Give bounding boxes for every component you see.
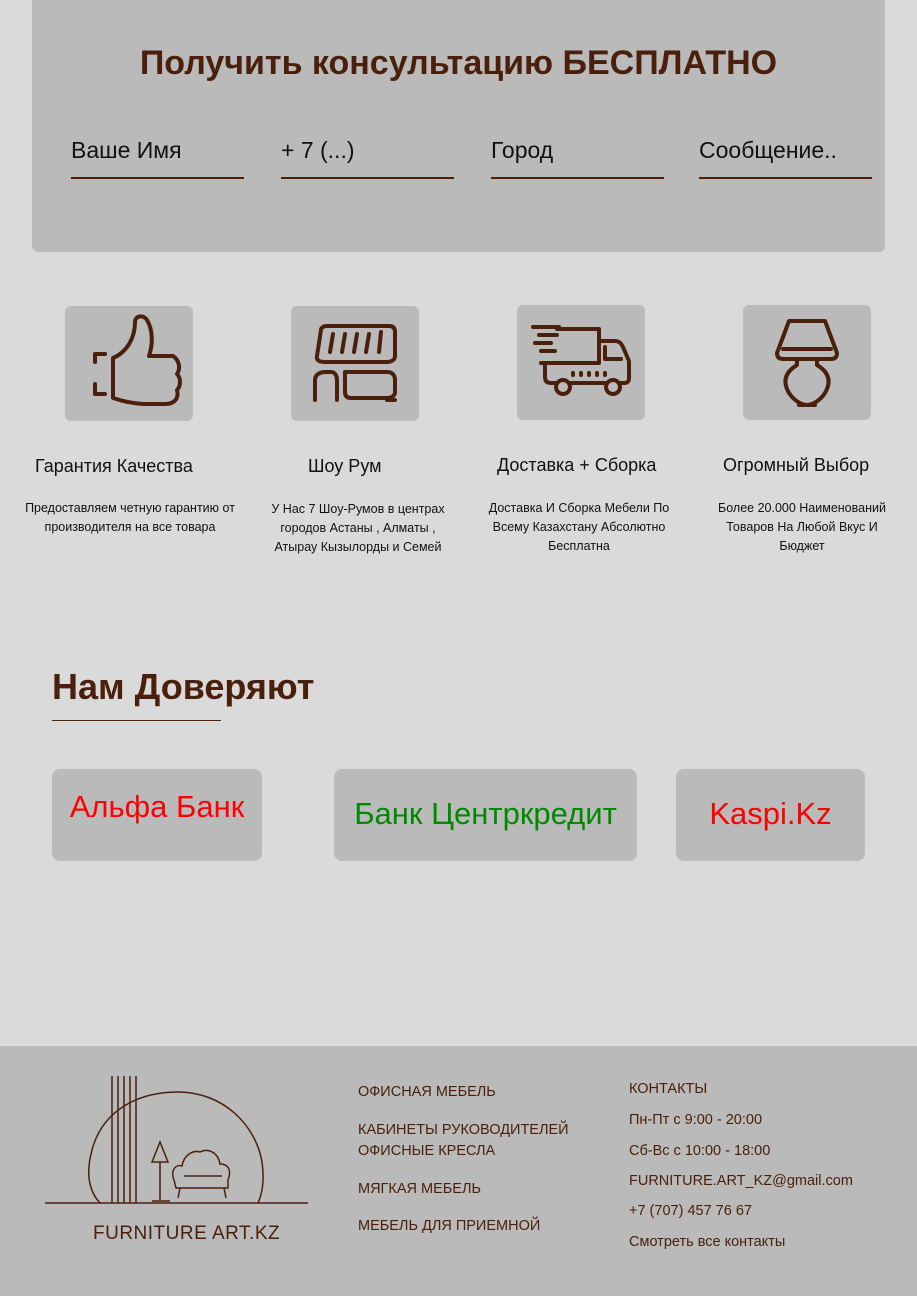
footer-link-office-chairs[interactable]: ОФИСНЫЕ КРЕСЛА	[358, 1141, 495, 1162]
feature-description: У Нас 7 Шоу-Румов в центрах городов Аста…	[271, 502, 445, 554]
hours-weekdays: Пн-Пт с 9:00 - 20:00	[629, 1112, 763, 1128]
showroom-icon	[291, 306, 419, 421]
partner-alfa-bank[interactable]: Альфа Банк	[52, 769, 262, 861]
phone-input[interactable]	[281, 135, 454, 164]
consultation-title: Получить консультацию БЕСПЛАТНО	[139, 44, 778, 82]
trust-title: Нам Доверяют	[52, 666, 315, 707]
feature-title: Огромный Выбор	[723, 455, 870, 475]
logo-text: FURNITURE ART.KZ	[93, 1223, 281, 1244]
name-input[interactable]	[71, 135, 244, 164]
footer: FURNITURE ART.KZ ОФИСНАЯ МЕБЕЛЬ КАБИНЕТЫ…	[0, 1046, 917, 1296]
partner-name: Альфа Банк	[69, 789, 245, 824]
footer-link-executive-offices[interactable]: КАБИНЕТЫ РУКОВОДИТЕЛЕЙ	[358, 1120, 569, 1141]
feature-description: Более 20.000 Наименований Товаров На Люб…	[718, 501, 886, 553]
partner-kaspi[interactable]: Kaspi.Kz	[676, 769, 865, 861]
name-field	[71, 135, 244, 179]
all-contacts-link[interactable]: Смотреть все контакты	[629, 1234, 785, 1250]
email-link[interactable]: FURNITURE.ART_KZ@gmail.com	[629, 1173, 853, 1189]
footer-link-office-furniture[interactable]: ОФИСНАЯ МЕБЕЛЬ	[358, 1082, 496, 1103]
divider	[52, 720, 221, 721]
partner-name: Банк Центркредит	[354, 796, 617, 831]
footer-link-soft-furniture[interactable]: МЯГКАЯ МЕБЕЛЬ	[358, 1179, 481, 1200]
partner-bank-centrcredit[interactable]: Банк Центркредит	[334, 769, 637, 861]
thumbs-up-icon	[65, 306, 193, 421]
phone-link[interactable]: +7 (707) 457 76 67	[629, 1203, 752, 1219]
feature-description: Предоставляем четную гарантию от произво…	[25, 501, 235, 534]
feature-title: Доставка + Сборка	[497, 455, 657, 475]
hours-weekend: Сб-Вс с 10:00 - 18:00	[629, 1143, 771, 1159]
city-field	[491, 135, 664, 179]
feature-description: Доставка И Сборка Мебели По Всему Казахс…	[488, 501, 670, 553]
logo-icon	[45, 1076, 308, 1204]
delivery-truck-icon	[517, 305, 645, 420]
phone-field	[281, 135, 454, 179]
city-input[interactable]	[491, 135, 664, 164]
lamp-icon	[743, 305, 871, 420]
contacts-heading: КОНТАКТЫ	[629, 1081, 708, 1097]
partner-name: Kaspi.Kz	[709, 796, 832, 831]
consultation-panel: Получить консультацию БЕСПЛАТНО	[32, 0, 885, 252]
message-field	[699, 135, 872, 179]
feature-title: Шоу Рум	[308, 456, 382, 476]
message-input[interactable]	[699, 135, 872, 164]
feature-title: Гарантия Качества	[35, 456, 193, 476]
footer-link-reception-furniture[interactable]: МЕБЕЛЬ ДЛЯ ПРИЕМНОЙ	[358, 1216, 540, 1237]
